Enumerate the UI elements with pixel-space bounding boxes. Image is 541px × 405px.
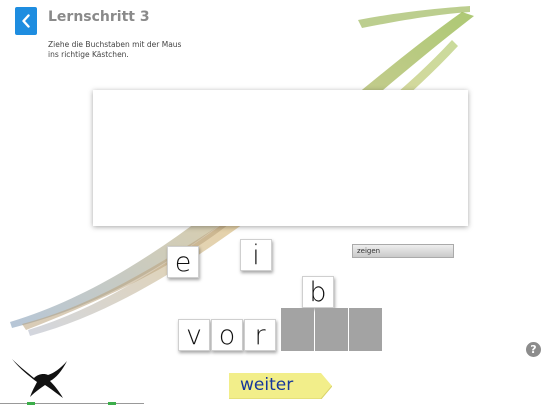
letter-tile-r[interactable]: r [244,319,276,351]
next-button[interactable]: weiter [229,373,332,399]
drop-slot-1[interactable] [281,308,314,351]
letter-tile-o[interactable]: o [211,319,243,351]
progress-track [0,403,144,404]
image-panel [93,90,468,226]
drop-slot-3[interactable] [349,308,382,351]
drop-slot-2[interactable] [315,308,348,351]
letter-tile-i[interactable]: i [240,239,272,271]
show-button[interactable]: zeigen [352,244,454,258]
instruction-line-1: Ziehe die Buchstaben mit der Maus [48,40,182,49]
letter-tile-b[interactable]: b [302,276,334,308]
instruction-text: Ziehe die Buchstaben mit der Maus ins ri… [48,40,228,60]
page-title: Lernschritt 3 [48,9,150,25]
chevron-left-icon [22,14,30,28]
bird-logo-icon [12,359,67,398]
letter-tile-e[interactable]: e [167,246,199,278]
back-button[interactable] [15,7,37,35]
letter-tile-v[interactable]: v [178,319,210,351]
question-mark-icon[interactable]: ? [526,342,541,357]
next-button-label: weiter [240,375,294,395]
instruction-line-2: ins richtige Kästchen. [48,50,129,59]
